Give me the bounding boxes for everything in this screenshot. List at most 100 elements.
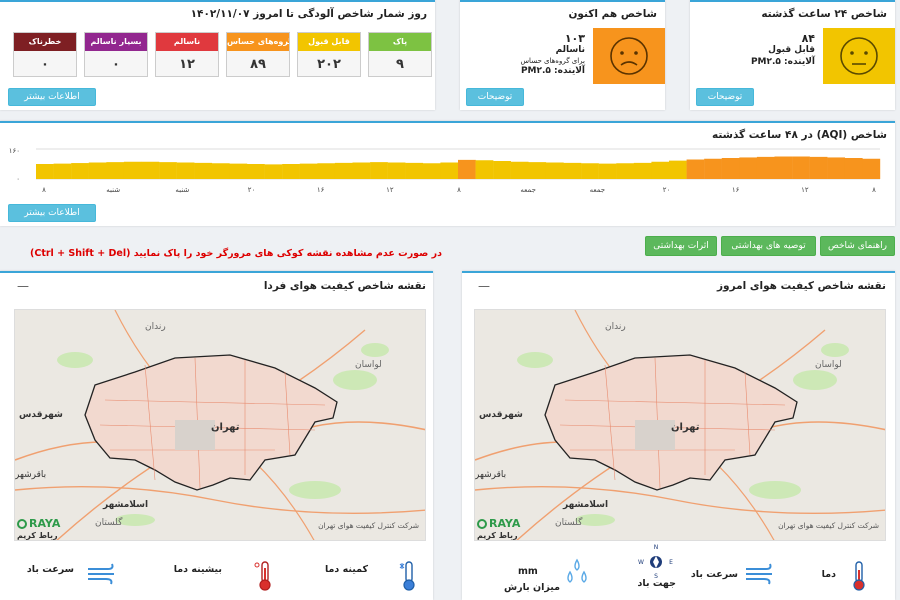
category-count: ۸۹ xyxy=(250,57,266,72)
map-place-label: رندان xyxy=(145,322,166,332)
x-tick-label: ۱۶ xyxy=(317,186,325,194)
aqi-bar[interactable] xyxy=(598,163,617,179)
compass-w: W xyxy=(638,559,644,566)
aqi-bar[interactable] xyxy=(36,164,54,179)
x-tick-label: ۲۰ xyxy=(663,186,671,194)
explanation-button[interactable]: توضیحات xyxy=(696,88,754,106)
more-info-button[interactable]: اطلاعات بیشتر xyxy=(8,204,96,222)
category-count: ۹ xyxy=(396,57,404,72)
x-tick-label: ۱۲ xyxy=(801,186,809,194)
aqi-bar[interactable] xyxy=(827,157,846,179)
map-today[interactable]: تهران شهرقدس اسلامشهر باقرشهر لواسان رندان گلس… xyxy=(474,309,886,541)
aqi-bar[interactable] xyxy=(844,158,863,179)
hot-thermometer-icon xyxy=(254,561,271,591)
aqi-bar[interactable] xyxy=(686,159,705,180)
aqi-bar[interactable] xyxy=(704,158,722,179)
face-neutral-icon xyxy=(823,28,895,84)
map-footer-label: رباط کریم xyxy=(477,531,518,540)
map-place-label: رندان xyxy=(605,322,626,332)
map-city-label: تهران xyxy=(671,422,700,433)
category-label: بسیار ناسالم xyxy=(85,33,147,51)
aqi-bar[interactable] xyxy=(159,162,177,179)
aqi-bar[interactable] xyxy=(405,162,424,179)
index-status: قابل قبول xyxy=(768,45,815,55)
aqi-bar[interactable] xyxy=(229,163,248,179)
map-city-label: تهران xyxy=(211,422,240,433)
category-count: ۱۲ xyxy=(179,57,195,72)
nav-button[interactable]: توصیه های بهداشتی xyxy=(721,236,816,256)
aqi-bar[interactable] xyxy=(809,156,828,179)
face-sad-icon xyxy=(593,28,665,84)
aqi-bar[interactable] xyxy=(88,162,107,180)
aqi-bar[interactable] xyxy=(756,156,775,179)
aqi-bar[interactable] xyxy=(581,163,599,179)
map-tomorrow[interactable]: تهران شهرقدس اسلامشهر باقرشهر لواسان رندان گلس… xyxy=(14,309,426,541)
aqi-bar[interactable] xyxy=(493,161,511,179)
aqi-bar[interactable] xyxy=(440,162,459,180)
nav-button[interactable]: راهنمای شاخص xyxy=(820,236,895,256)
aqi-bar[interactable] xyxy=(510,161,529,179)
collapse-icon[interactable]: — xyxy=(478,279,490,293)
more-info-button[interactable]: اطلاعات بیشتر xyxy=(8,88,96,106)
aqi-bar[interactable] xyxy=(176,162,195,180)
aqi-bar[interactable] xyxy=(387,162,406,180)
aqi-bar[interactable] xyxy=(334,162,353,179)
aqi-bar[interactable] xyxy=(792,156,810,180)
aqi-bar[interactable] xyxy=(71,163,89,179)
thermometer-icon xyxy=(853,561,865,591)
aqi-bar[interactable] xyxy=(651,161,670,179)
rain-unit: mm xyxy=(518,566,538,577)
aqi-bar[interactable] xyxy=(616,163,635,179)
map-place-label: گلستان xyxy=(555,518,583,528)
x-tick-label: جمعه xyxy=(590,186,606,194)
aqi-bar[interactable] xyxy=(721,158,740,179)
aqi-bar[interactable] xyxy=(211,163,230,179)
map-place-label: شهرقدس xyxy=(19,410,63,420)
aqi-bar[interactable] xyxy=(739,157,758,179)
category-box: ناسالم ۱۲ xyxy=(155,32,219,77)
temp-label: دما xyxy=(821,569,836,580)
compass-n: N xyxy=(654,544,659,551)
aqi-bar[interactable] xyxy=(422,163,441,179)
nav-button[interactable]: اثرات بهداشتی xyxy=(645,236,717,256)
map-place-label: اسلامشهر xyxy=(563,500,609,510)
aqi-bar[interactable] xyxy=(774,156,793,180)
x-tick-label: ۸ xyxy=(42,186,46,194)
index-value: ۸۴ xyxy=(801,32,815,45)
wind-speed-label: سرعت باد xyxy=(690,569,738,580)
aqi-bar[interactable] xyxy=(141,161,160,179)
max-temp-label: بیشینه دما xyxy=(173,564,222,575)
chart-title: شاخص (AQI) در ۴۸ ساعت گذشته xyxy=(712,129,887,141)
aqi-bar[interactable] xyxy=(862,158,881,179)
map-place-label: اسلامشهر xyxy=(103,500,149,510)
aqi-bar[interactable] xyxy=(475,160,494,179)
aqi-bar[interactable] xyxy=(317,163,336,179)
aqi-bar[interactable] xyxy=(299,163,318,179)
aqi-bar[interactable] xyxy=(264,164,283,179)
aqi-bar[interactable] xyxy=(282,164,300,179)
aqi-bar[interactable] xyxy=(633,162,652,179)
map-place-label: لواسان xyxy=(815,360,842,370)
aqi-bar[interactable] xyxy=(545,162,564,180)
explanation-button[interactable]: توضیحات xyxy=(466,88,524,106)
aqi-bar[interactable] xyxy=(669,160,687,179)
raya-logo: RAYA xyxy=(489,517,521,530)
pollution-days-panel: روز شمار شاخص آلودگی تا امروز ۱۴۰۲/۱۱/۰۷… xyxy=(0,0,435,110)
aqi-bar[interactable] xyxy=(370,162,388,179)
aqi-bar[interactable] xyxy=(528,162,547,179)
aqi-bar[interactable] xyxy=(194,162,213,179)
aqi-bar[interactable] xyxy=(563,162,582,179)
collapse-icon[interactable]: — xyxy=(17,279,29,293)
aqi-bar[interactable] xyxy=(53,163,72,179)
x-tick-label: شنبه xyxy=(175,186,189,194)
category-box: خطرناک ۰ xyxy=(13,32,77,77)
category-label: خطرناک xyxy=(14,33,76,51)
aqi-bar[interactable] xyxy=(123,161,142,179)
aqi-bar[interactable] xyxy=(247,164,265,179)
index-status: ناسالم xyxy=(555,45,585,55)
aqi-bar[interactable] xyxy=(352,162,371,180)
aqi-bar[interactable] xyxy=(458,159,476,179)
category-box: بسیار ناسالم ۰ xyxy=(84,32,148,77)
wind-speed-label: سرعت باد xyxy=(26,564,74,575)
aqi-bar[interactable] xyxy=(106,162,125,179)
